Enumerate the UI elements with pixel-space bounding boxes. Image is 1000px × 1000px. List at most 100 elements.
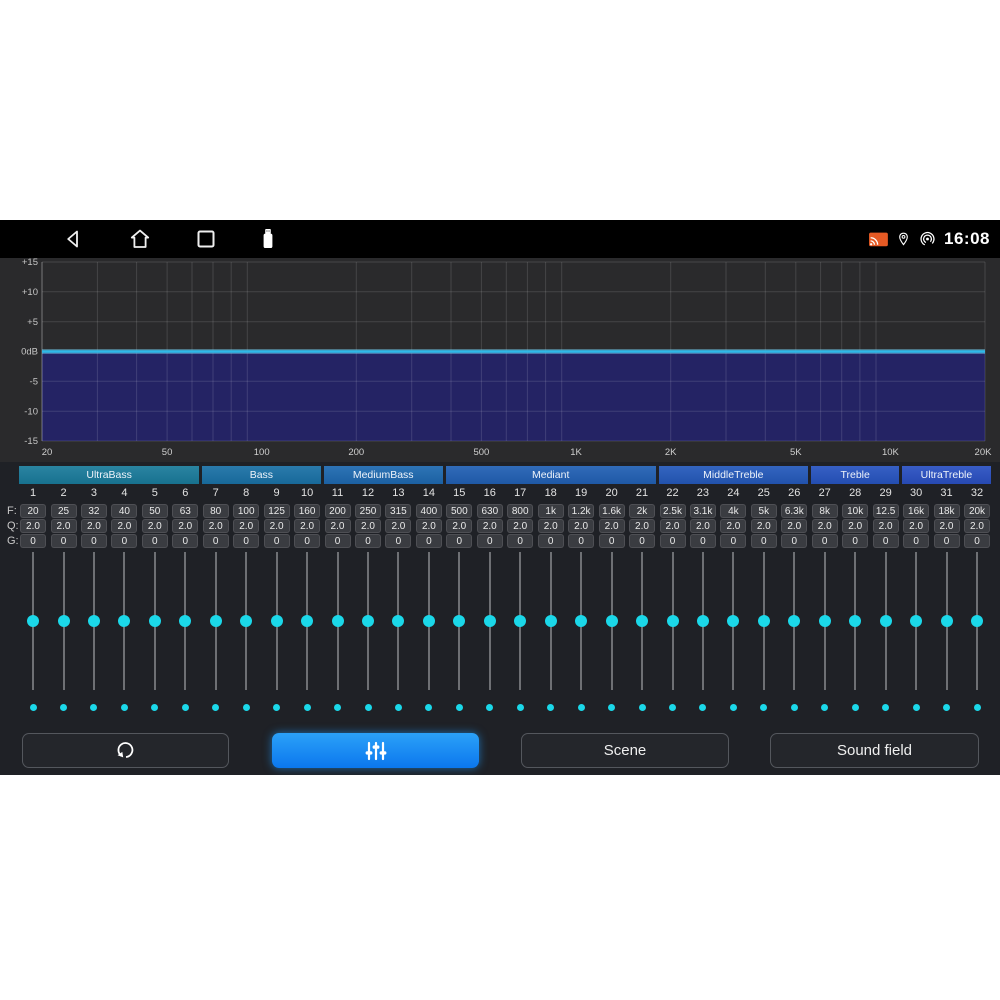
gain-value-box[interactable]: 0 <box>81 534 107 548</box>
gain-slider-thumb[interactable] <box>423 615 435 627</box>
frequency-value-box[interactable]: 100 <box>233 504 259 518</box>
q-factor-value-box[interactable]: 2.0 <box>538 519 564 533</box>
q-factor-value-box[interactable]: 2.0 <box>51 519 77 533</box>
q-factor-value-box[interactable]: 2.0 <box>20 519 46 533</box>
gain-slider-thumb[interactable] <box>453 615 465 627</box>
gain-slider-thumb[interactable] <box>392 615 404 627</box>
frequency-value-box[interactable]: 2.5k <box>660 504 686 518</box>
frequency-value-box[interactable]: 16k <box>903 504 929 518</box>
q-factor-value-box[interactable]: 2.0 <box>842 519 868 533</box>
frequency-value-box[interactable]: 250 <box>355 504 381 518</box>
q-factor-value-box[interactable]: 2.0 <box>964 519 990 533</box>
gain-value-box[interactable]: 0 <box>660 534 686 548</box>
gain-slider-thumb[interactable] <box>301 615 313 627</box>
frequency-value-box[interactable]: 25 <box>51 504 77 518</box>
frequency-value-box[interactable]: 63 <box>172 504 198 518</box>
frequency-value-box[interactable]: 3.1k <box>690 504 716 518</box>
gain-slider-thumb[interactable] <box>941 615 953 627</box>
frequency-value-box[interactable]: 8k <box>812 504 838 518</box>
q-factor-value-box[interactable]: 2.0 <box>781 519 807 533</box>
sound-field-button[interactable]: Sound field <box>770 733 979 768</box>
gain-slider-thumb[interactable] <box>636 615 648 627</box>
gain-slider-thumb[interactable] <box>758 615 770 627</box>
q-factor-value-box[interactable]: 2.0 <box>111 519 137 533</box>
gain-value-box[interactable]: 0 <box>385 534 411 548</box>
q-factor-value-box[interactable]: 2.0 <box>660 519 686 533</box>
q-factor-value-box[interactable]: 2.0 <box>934 519 960 533</box>
gain-value-box[interactable]: 0 <box>812 534 838 548</box>
frequency-value-box[interactable]: 32 <box>81 504 107 518</box>
gain-value-box[interactable]: 0 <box>751 534 777 548</box>
q-factor-value-box[interactable]: 2.0 <box>355 519 381 533</box>
gain-value-box[interactable]: 0 <box>538 534 564 548</box>
q-factor-value-box[interactable]: 2.0 <box>233 519 259 533</box>
q-factor-value-box[interactable]: 2.0 <box>81 519 107 533</box>
gain-value-box[interactable]: 0 <box>172 534 198 548</box>
gain-value-box[interactable]: 0 <box>720 534 746 548</box>
q-factor-value-box[interactable]: 2.0 <box>203 519 229 533</box>
gain-slider-thumb[interactable] <box>179 615 191 627</box>
q-factor-value-box[interactable]: 2.0 <box>903 519 929 533</box>
q-factor-value-box[interactable]: 2.0 <box>294 519 320 533</box>
gain-value-box[interactable]: 0 <box>873 534 899 548</box>
gain-value-box[interactable]: 0 <box>903 534 929 548</box>
frequency-value-box[interactable]: 18k <box>934 504 960 518</box>
gain-value-box[interactable]: 0 <box>203 534 229 548</box>
gain-slider-thumb[interactable] <box>910 615 922 627</box>
gain-value-box[interactable]: 0 <box>934 534 960 548</box>
frequency-value-box[interactable]: 800 <box>507 504 533 518</box>
gain-slider-thumb[interactable] <box>149 615 161 627</box>
gain-value-box[interactable]: 0 <box>599 534 625 548</box>
q-factor-value-box[interactable]: 2.0 <box>264 519 290 533</box>
gain-value-box[interactable]: 0 <box>446 534 472 548</box>
frequency-value-box[interactable]: 630 <box>477 504 503 518</box>
equalizer-button[interactable] <box>272 733 479 768</box>
q-factor-value-box[interactable]: 2.0 <box>720 519 746 533</box>
frequency-value-box[interactable]: 12.5 <box>873 504 899 518</box>
frequency-value-box[interactable]: 4k <box>720 504 746 518</box>
frequency-value-box[interactable]: 1.2k <box>568 504 594 518</box>
gain-value-box[interactable]: 0 <box>507 534 533 548</box>
gain-value-box[interactable]: 0 <box>264 534 290 548</box>
gain-value-box[interactable]: 0 <box>568 534 594 548</box>
q-factor-value-box[interactable]: 2.0 <box>568 519 594 533</box>
gain-slider-thumb[interactable] <box>697 615 709 627</box>
frequency-value-box[interactable]: 5k <box>751 504 777 518</box>
q-factor-value-box[interactable]: 2.0 <box>416 519 442 533</box>
gain-value-box[interactable]: 0 <box>325 534 351 548</box>
q-factor-value-box[interactable]: 2.0 <box>690 519 716 533</box>
q-factor-value-box[interactable]: 2.0 <box>812 519 838 533</box>
gain-value-box[interactable]: 0 <box>842 534 868 548</box>
gain-slider-thumb[interactable] <box>118 615 130 627</box>
gain-value-box[interactable]: 0 <box>781 534 807 548</box>
q-factor-value-box[interactable]: 2.0 <box>873 519 899 533</box>
scene-button[interactable]: Scene <box>521 733 729 768</box>
gain-slider-thumb[interactable] <box>727 615 739 627</box>
gain-slider-thumb[interactable] <box>88 615 100 627</box>
gain-slider-thumb[interactable] <box>514 615 526 627</box>
frequency-value-box[interactable]: 20k <box>964 504 990 518</box>
gain-slider-thumb[interactable] <box>27 615 39 627</box>
gain-slider-thumb[interactable] <box>971 615 983 627</box>
frequency-value-box[interactable]: 6.3k <box>781 504 807 518</box>
frequency-value-box[interactable]: 200 <box>325 504 351 518</box>
gain-value-box[interactable]: 0 <box>477 534 503 548</box>
q-factor-value-box[interactable]: 2.0 <box>172 519 198 533</box>
frequency-value-box[interactable]: 20 <box>20 504 46 518</box>
gain-slider-thumb[interactable] <box>271 615 283 627</box>
q-factor-value-box[interactable]: 2.0 <box>446 519 472 533</box>
gain-slider-thumb[interactable] <box>240 615 252 627</box>
frequency-value-box[interactable]: 2k <box>629 504 655 518</box>
gain-value-box[interactable]: 0 <box>233 534 259 548</box>
gain-slider-thumb[interactable] <box>332 615 344 627</box>
gain-slider-thumb[interactable] <box>545 615 557 627</box>
gain-slider-thumb[interactable] <box>849 615 861 627</box>
gain-value-box[interactable]: 0 <box>51 534 77 548</box>
gain-slider-thumb[interactable] <box>788 615 800 627</box>
frequency-value-box[interactable]: 40 <box>111 504 137 518</box>
frequency-value-box[interactable]: 400 <box>416 504 442 518</box>
gain-slider-thumb[interactable] <box>210 615 222 627</box>
q-factor-value-box[interactable]: 2.0 <box>385 519 411 533</box>
frequency-value-box[interactable]: 10k <box>842 504 868 518</box>
gain-value-box[interactable]: 0 <box>111 534 137 548</box>
